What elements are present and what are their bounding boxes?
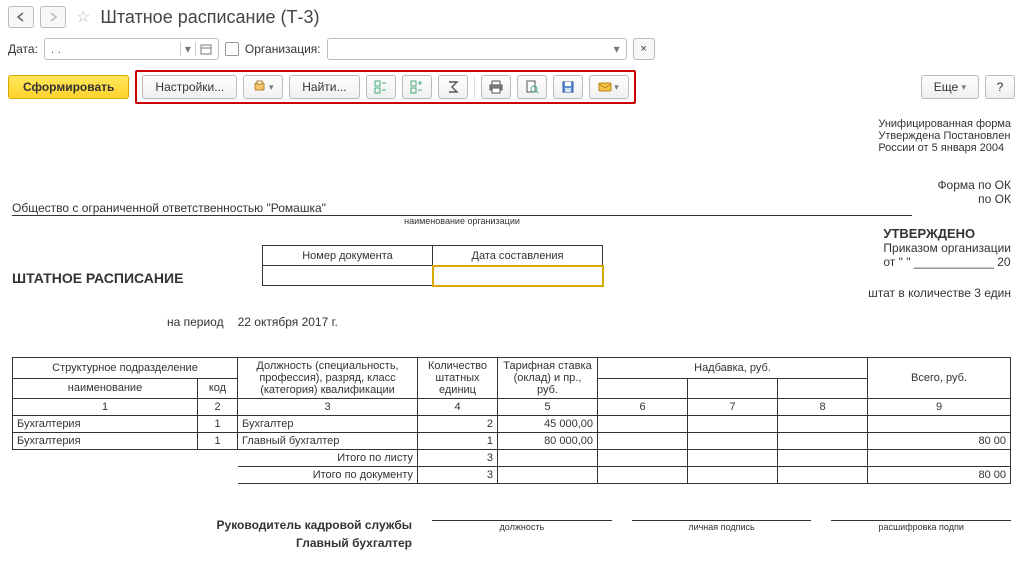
table-row: Бухгалтерия1 Бухгалтер2 45 000,00: [13, 416, 1011, 433]
date-input[interactable]: . . ▾: [44, 38, 219, 60]
generate-button[interactable]: Сформировать: [8, 75, 129, 99]
favorite-star-icon[interactable]: ☆: [76, 7, 90, 27]
calendar-icon[interactable]: [200, 43, 212, 55]
form-meta: Унифицированная форма Утверждена Постано…: [878, 118, 1011, 154]
date-label: Дата:: [8, 42, 38, 56]
dropdown-icon[interactable]: ▾: [185, 42, 191, 56]
nav-forward-button[interactable]: [40, 6, 66, 28]
toolbar-highlight-frame: Настройки... ▾ Найти... ▾: [135, 70, 635, 104]
document-header-table: Номер документа Дата составления: [262, 245, 603, 286]
period-label: на период: [167, 315, 224, 329]
settings-load-button[interactable]: ▾: [243, 75, 283, 99]
staffing-table: Структурное подразделение Должность (спе…: [12, 357, 1011, 484]
form-codes: Форма по ОК по ОК: [937, 178, 1011, 206]
find-button[interactable]: Найти...: [289, 75, 359, 99]
period-value: 22 октября 2017 г.: [238, 315, 338, 329]
more-button[interactable]: Еще ▾: [921, 75, 979, 99]
staff-count: штат в количестве 3 един: [868, 286, 1011, 300]
table-total-row: Итого по документу 3 80 00: [13, 467, 1011, 484]
table-row: Бухгалтерия1 Главный бухгалтер1 80 000,0…: [13, 433, 1011, 450]
doc-date-cell[interactable]: [433, 266, 603, 286]
nav-back-button[interactable]: [8, 6, 34, 28]
collapse-groups-button[interactable]: [402, 75, 432, 99]
approved-block: УТВЕРЖДЕНО Приказом организации от " " _…: [883, 226, 1011, 269]
org-label: Организация:: [245, 42, 321, 56]
dropdown-icon[interactable]: ▾: [614, 42, 620, 56]
table-total-row: Итого по листу 3: [13, 450, 1011, 467]
org-checkbox[interactable]: [225, 42, 239, 56]
page-title: Штатное расписание (Т-3): [100, 7, 319, 28]
org-name: Общество с ограниченной ответственностью…: [12, 201, 912, 216]
sum-button[interactable]: [438, 75, 468, 99]
doc-number-cell[interactable]: [263, 266, 433, 286]
org-clear-button[interactable]: ×: [633, 38, 655, 60]
save-button[interactable]: [553, 75, 583, 99]
print-button[interactable]: [481, 75, 511, 99]
settings-button[interactable]: Настройки...: [142, 75, 237, 99]
org-input[interactable]: ▾: [327, 38, 627, 60]
send-button[interactable]: ▾: [589, 75, 629, 99]
chief-acc-label: Главный бухгалтер: [12, 536, 412, 550]
help-button[interactable]: ?: [985, 75, 1015, 99]
org-caption: наименование организации: [12, 216, 912, 226]
document-title: ШТАТНОЕ РАСПИСАНИЕ: [12, 270, 262, 286]
preview-button[interactable]: [517, 75, 547, 99]
expand-groups-button[interactable]: [366, 75, 396, 99]
